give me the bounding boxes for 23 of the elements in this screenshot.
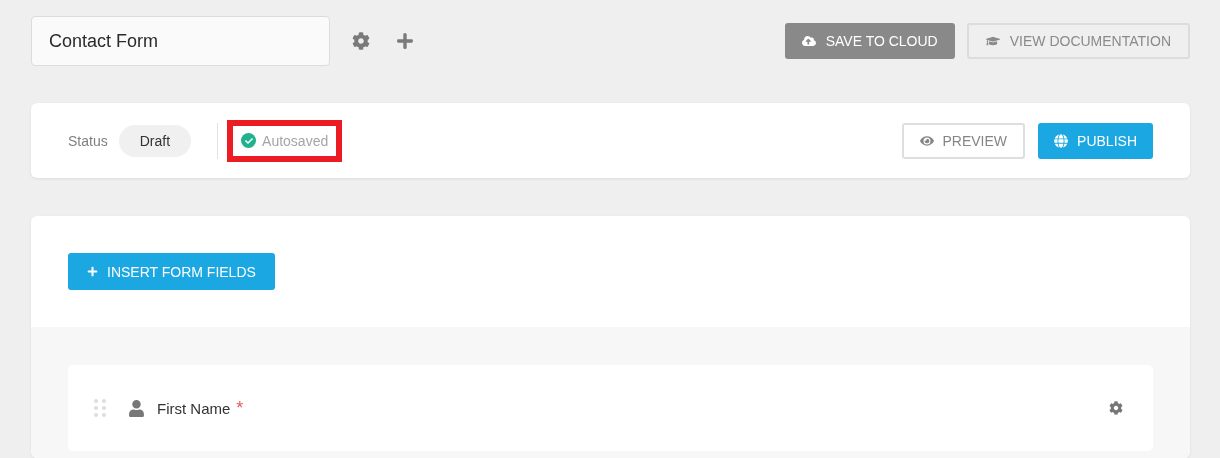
cloud-upload-icon bbox=[801, 34, 816, 48]
check-icon bbox=[241, 133, 257, 148]
publish-button[interactable]: PUBLISH bbox=[1038, 122, 1153, 159]
globe-icon bbox=[1054, 133, 1069, 148]
preview-button[interactable]: PREVIEW bbox=[901, 122, 1026, 159]
field-label: First Name bbox=[157, 399, 231, 417]
add-icon[interactable] bbox=[396, 32, 414, 50]
form-field-row[interactable]: First Name * bbox=[68, 365, 1153, 451]
form-title-field[interactable]: Contact Form bbox=[31, 16, 330, 66]
autosave-text: Autosaved bbox=[262, 132, 329, 149]
insert-form-fields-button[interactable]: INSERT FORM FIELDS bbox=[68, 253, 275, 290]
settings-icon[interactable] bbox=[352, 32, 370, 50]
plus-icon bbox=[87, 266, 98, 277]
eye-icon bbox=[919, 133, 934, 148]
required-mark: * bbox=[236, 399, 244, 417]
person-icon bbox=[128, 399, 145, 417]
status-label: Status bbox=[68, 132, 108, 149]
view-documentation-button[interactable]: VIEW DOCUMENTATION bbox=[966, 23, 1190, 59]
graduation-cap-icon bbox=[985, 34, 1000, 48]
drag-handle-icon[interactable] bbox=[94, 399, 106, 417]
status-badge: Draft bbox=[118, 124, 192, 157]
save-to-cloud-button[interactable]: SAVE TO CLOUD bbox=[784, 23, 955, 59]
settings-icon[interactable] bbox=[1109, 401, 1123, 415]
